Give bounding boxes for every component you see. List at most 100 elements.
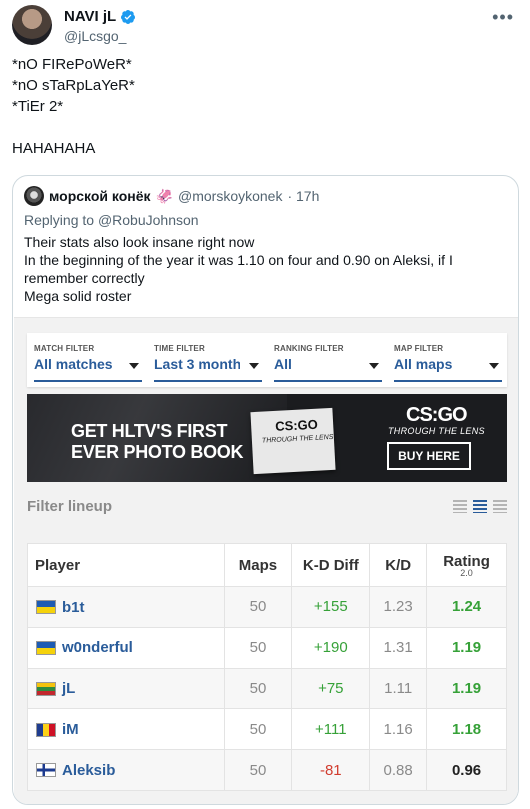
replying-to-handle[interactable]: @RobuJohnson [98,212,199,228]
author-name[interactable]: NAVI jL [64,8,116,25]
ranking-filter[interactable]: RANKING FILTER All [274,344,382,382]
replying-to: Replying to @RobuJohnson [24,212,199,228]
filter-value: All [274,356,292,372]
romania-flag-icon [36,722,56,737]
player-cell[interactable]: iM [27,708,225,751]
player-cell[interactable]: jL [27,667,225,710]
player-stats-table: Player Maps K-D Diff K/D Rating 2.0 b1t … [27,543,507,791]
player-cell[interactable]: Aleksib [27,749,225,791]
quote-line: Mega solid roster [24,288,132,304]
col-header-kd-diff[interactable]: K-D Diff [291,543,371,587]
filter-lineup-row: Filter lineup [27,496,507,518]
chevron-down-icon [369,363,379,369]
quote-timestamp[interactable]: · 17h [287,188,319,204]
filter-value: All matches [34,356,113,372]
compact-view-icon[interactable] [453,500,467,513]
rating-cell: 1.19 [426,667,507,710]
maps-cell: 50 [223,626,293,669]
kd-cell: 1.23 [369,586,428,628]
verified-badge-icon [121,9,136,24]
player-name[interactable]: jL [62,680,75,697]
author-avatar[interactable] [12,5,52,45]
col-header-maps[interactable]: Maps [223,543,293,587]
kd-diff-cell: +190 [291,626,371,669]
tweet-text: *nO FIRePoWeR* *nO sTaRpLaYeR* *TiEr 2* … [12,54,512,159]
player-name[interactable]: iM [62,721,79,738]
quote-author-name[interactable]: морской конёк [49,188,151,204]
col-header-player[interactable]: Player [27,543,225,587]
view-toggle [453,500,507,513]
rating-cell: 0.96 [426,749,507,791]
maps-cell: 50 [223,749,293,791]
chevron-down-icon [489,363,499,369]
tweet-line: *nO sTaRpLaYeR* [12,77,135,94]
player-name[interactable]: w0nderful [62,639,133,656]
hltv-screenshot[interactable]: MATCH FILTER All matches TIME FILTER Las… [14,317,518,804]
filter-label: RANKING FILTER [274,344,344,353]
table-row: jL 50 +75 1.11 1.19 [27,667,507,710]
banner-line-2: EVER PHOTO BOOK [71,442,244,462]
tweet-line: *TiEr 2* [12,98,64,115]
ukraine-flag-icon [36,600,56,615]
chevron-down-icon [129,363,139,369]
filter-value: Last 3 months [154,356,240,372]
col-header-kd[interactable]: K/D [369,543,428,587]
ukraine-flag-icon [36,640,56,655]
finland-flag-icon [36,763,56,778]
table-header-row: Player Maps K-D Diff K/D Rating 2.0 [27,543,507,587]
quote-author-handle[interactable]: @morskoykonek [178,188,282,204]
replying-to-label: Replying to [24,212,98,228]
filter-label: MAP FILTER [394,344,444,353]
player-cell[interactable]: b1t [27,586,225,628]
more-options-icon[interactable]: ••• [492,7,514,28]
buy-here-button[interactable]: BUY HERE [387,442,471,470]
time-filter[interactable]: TIME FILTER Last 3 months [154,344,262,382]
kd-diff-cell: -81 [291,749,371,791]
kd-cell: 1.11 [369,667,428,710]
quoted-tweet[interactable]: морской конёк 🦑 @morskoykonek · 17h Repl… [12,175,519,805]
quote-line: Their stats also look insane right now [24,234,255,250]
maps-cell: 50 [223,667,293,710]
squid-emoji-icon: 🦑 [155,187,173,204]
filter-lineup-title[interactable]: Filter lineup [27,496,507,518]
csgo-logo: CS:GO [406,404,468,426]
filter-label: TIME FILTER [154,344,205,353]
banner-line-1: GET HLTV'S FIRST [71,421,228,441]
rating-version: 2.0 [460,567,473,578]
table-row: iM 50 +111 1.16 1.18 [27,708,507,751]
quote-body: Their stats also look insane right now I… [24,233,504,305]
kd-cell: 0.88 [369,749,428,791]
wide-view-icon[interactable] [493,500,507,513]
kd-cell: 1.16 [369,708,428,751]
quote-author-avatar[interactable] [24,186,44,206]
kd-diff-cell: +75 [291,667,371,710]
tweet-header: NAVI jL @jLcsgo_ ••• [12,5,518,45]
rating-label: Rating [443,552,490,570]
rating-cell: 1.18 [426,708,507,751]
maps-cell: 50 [223,586,293,628]
chevron-down-icon [249,363,259,369]
col-header-rating[interactable]: Rating 2.0 [426,543,507,587]
photo-book-image: CS:GO THROUGH THE LENS [250,407,336,475]
author-handle[interactable]: @jLcsgo_ [64,28,126,44]
through-the-lens-text: THROUGH THE LENS [388,426,485,436]
table-row: Aleksib 50 -81 0.88 0.96 [27,749,507,791]
kd-diff-cell: +155 [291,586,371,628]
hltv-filter-bar: MATCH FILTER All matches TIME FILTER Las… [27,333,507,387]
filter-value: All maps [394,356,453,372]
tweet-line: HAHAHAHA [12,140,96,157]
player-name[interactable]: b1t [62,599,85,616]
quote-line: In the beginning of the year it was 1.10… [24,252,453,268]
tweet-line: *nO FIRePoWeR* [12,56,132,73]
kd-cell: 1.31 [369,626,428,669]
photo-book-ad-banner[interactable]: GET HLTV'S FIRST EVER PHOTO BOOK CS:GO T… [27,394,507,482]
list-view-icon[interactable] [473,500,487,513]
table-row: w0nderful 50 +190 1.31 1.19 [27,626,507,669]
kd-diff-cell: +111 [291,708,371,751]
maps-cell: 50 [223,708,293,751]
book-title: CS:GO [274,416,319,434]
player-cell[interactable]: w0nderful [27,626,225,669]
match-filter[interactable]: MATCH FILTER All matches [34,344,142,382]
map-filter[interactable]: MAP FILTER All maps [394,344,502,382]
player-name[interactable]: Aleksib [62,762,115,779]
